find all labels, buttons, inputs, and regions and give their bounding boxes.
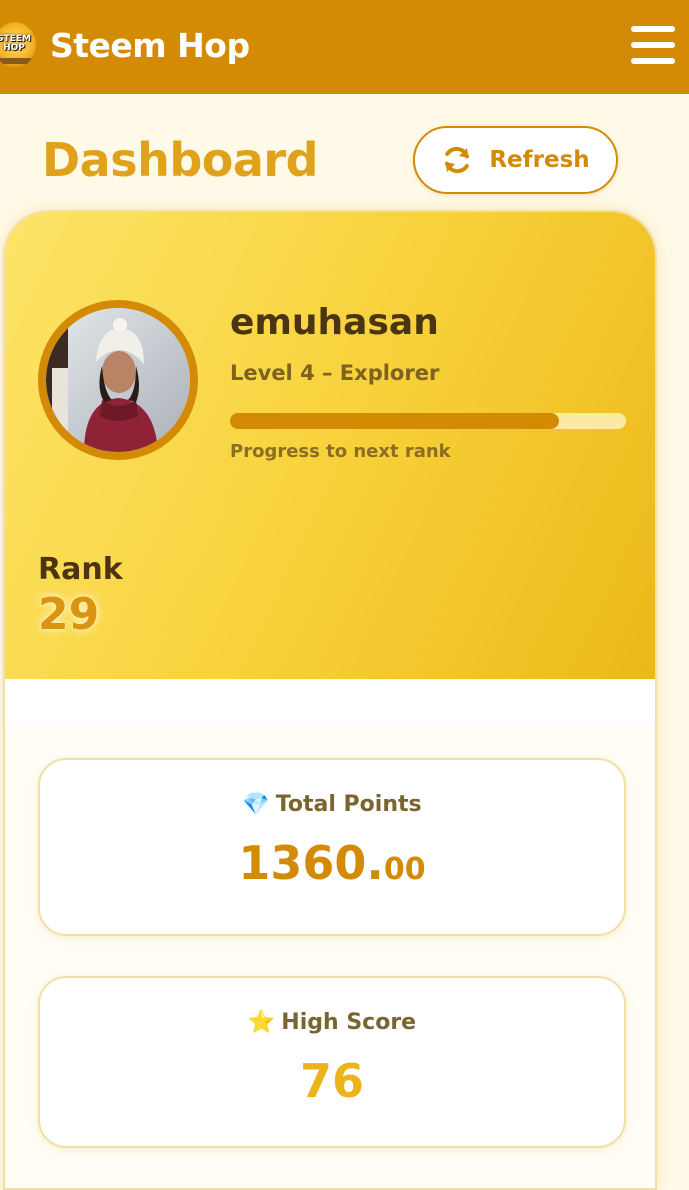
rank-value: 29 [38,589,100,640]
username: emuhasan [230,302,439,343]
total-points-title: 💎 Total Points [40,792,624,817]
menu-bar [631,58,675,64]
progress-label: Progress to next rank [230,441,451,462]
rank-progress-fill [230,413,559,429]
card-divider-band [5,679,655,725]
level-text: Level 4 – Explorer [230,361,440,385]
rank-progress-bar [230,413,626,429]
rank-label: Rank [38,552,123,587]
page-title: Dashboard [42,133,319,187]
menu-bar [631,42,675,48]
sync-icon [445,146,470,174]
high-score-value: 76 [299,1054,364,1108]
total-points-card: 💎 Total Points 1360.00 [38,758,626,936]
top-navbar: STEEM HOP Steem Hop [0,0,689,94]
total-points-value: 1360.00 [40,836,624,890]
total-points-integer: 1360. [238,836,384,890]
brand-name[interactable]: Steem Hop [50,24,250,68]
high-score-card: ⭐ High Score 76 [38,976,626,1148]
menu-bar [631,26,675,32]
logo-base [0,58,32,64]
profile-card: emuhasan Level 4 – Explorer Progress to … [3,210,657,1190]
high-score-label: High Score [281,1010,417,1035]
refresh-button[interactable]: Refresh [413,126,618,194]
gem-icon: 💎 [242,792,270,817]
profile-hero: emuhasan Level 4 – Explorer Progress to … [5,212,655,679]
refresh-label: Refresh [489,147,590,173]
avatar[interactable] [38,300,198,460]
avatar-photo [46,308,190,452]
hamburger-menu-icon[interactable] [631,26,675,64]
total-points-label: Total Points [275,792,422,817]
total-points-decimal: 00 [383,852,426,887]
logo-text-line2: HOP [3,43,25,53]
high-score-title: ⭐ High Score [40,1010,624,1035]
steem-hop-logo-icon[interactable]: STEEM HOP [0,22,36,68]
star-icon: ⭐ [247,1010,276,1035]
